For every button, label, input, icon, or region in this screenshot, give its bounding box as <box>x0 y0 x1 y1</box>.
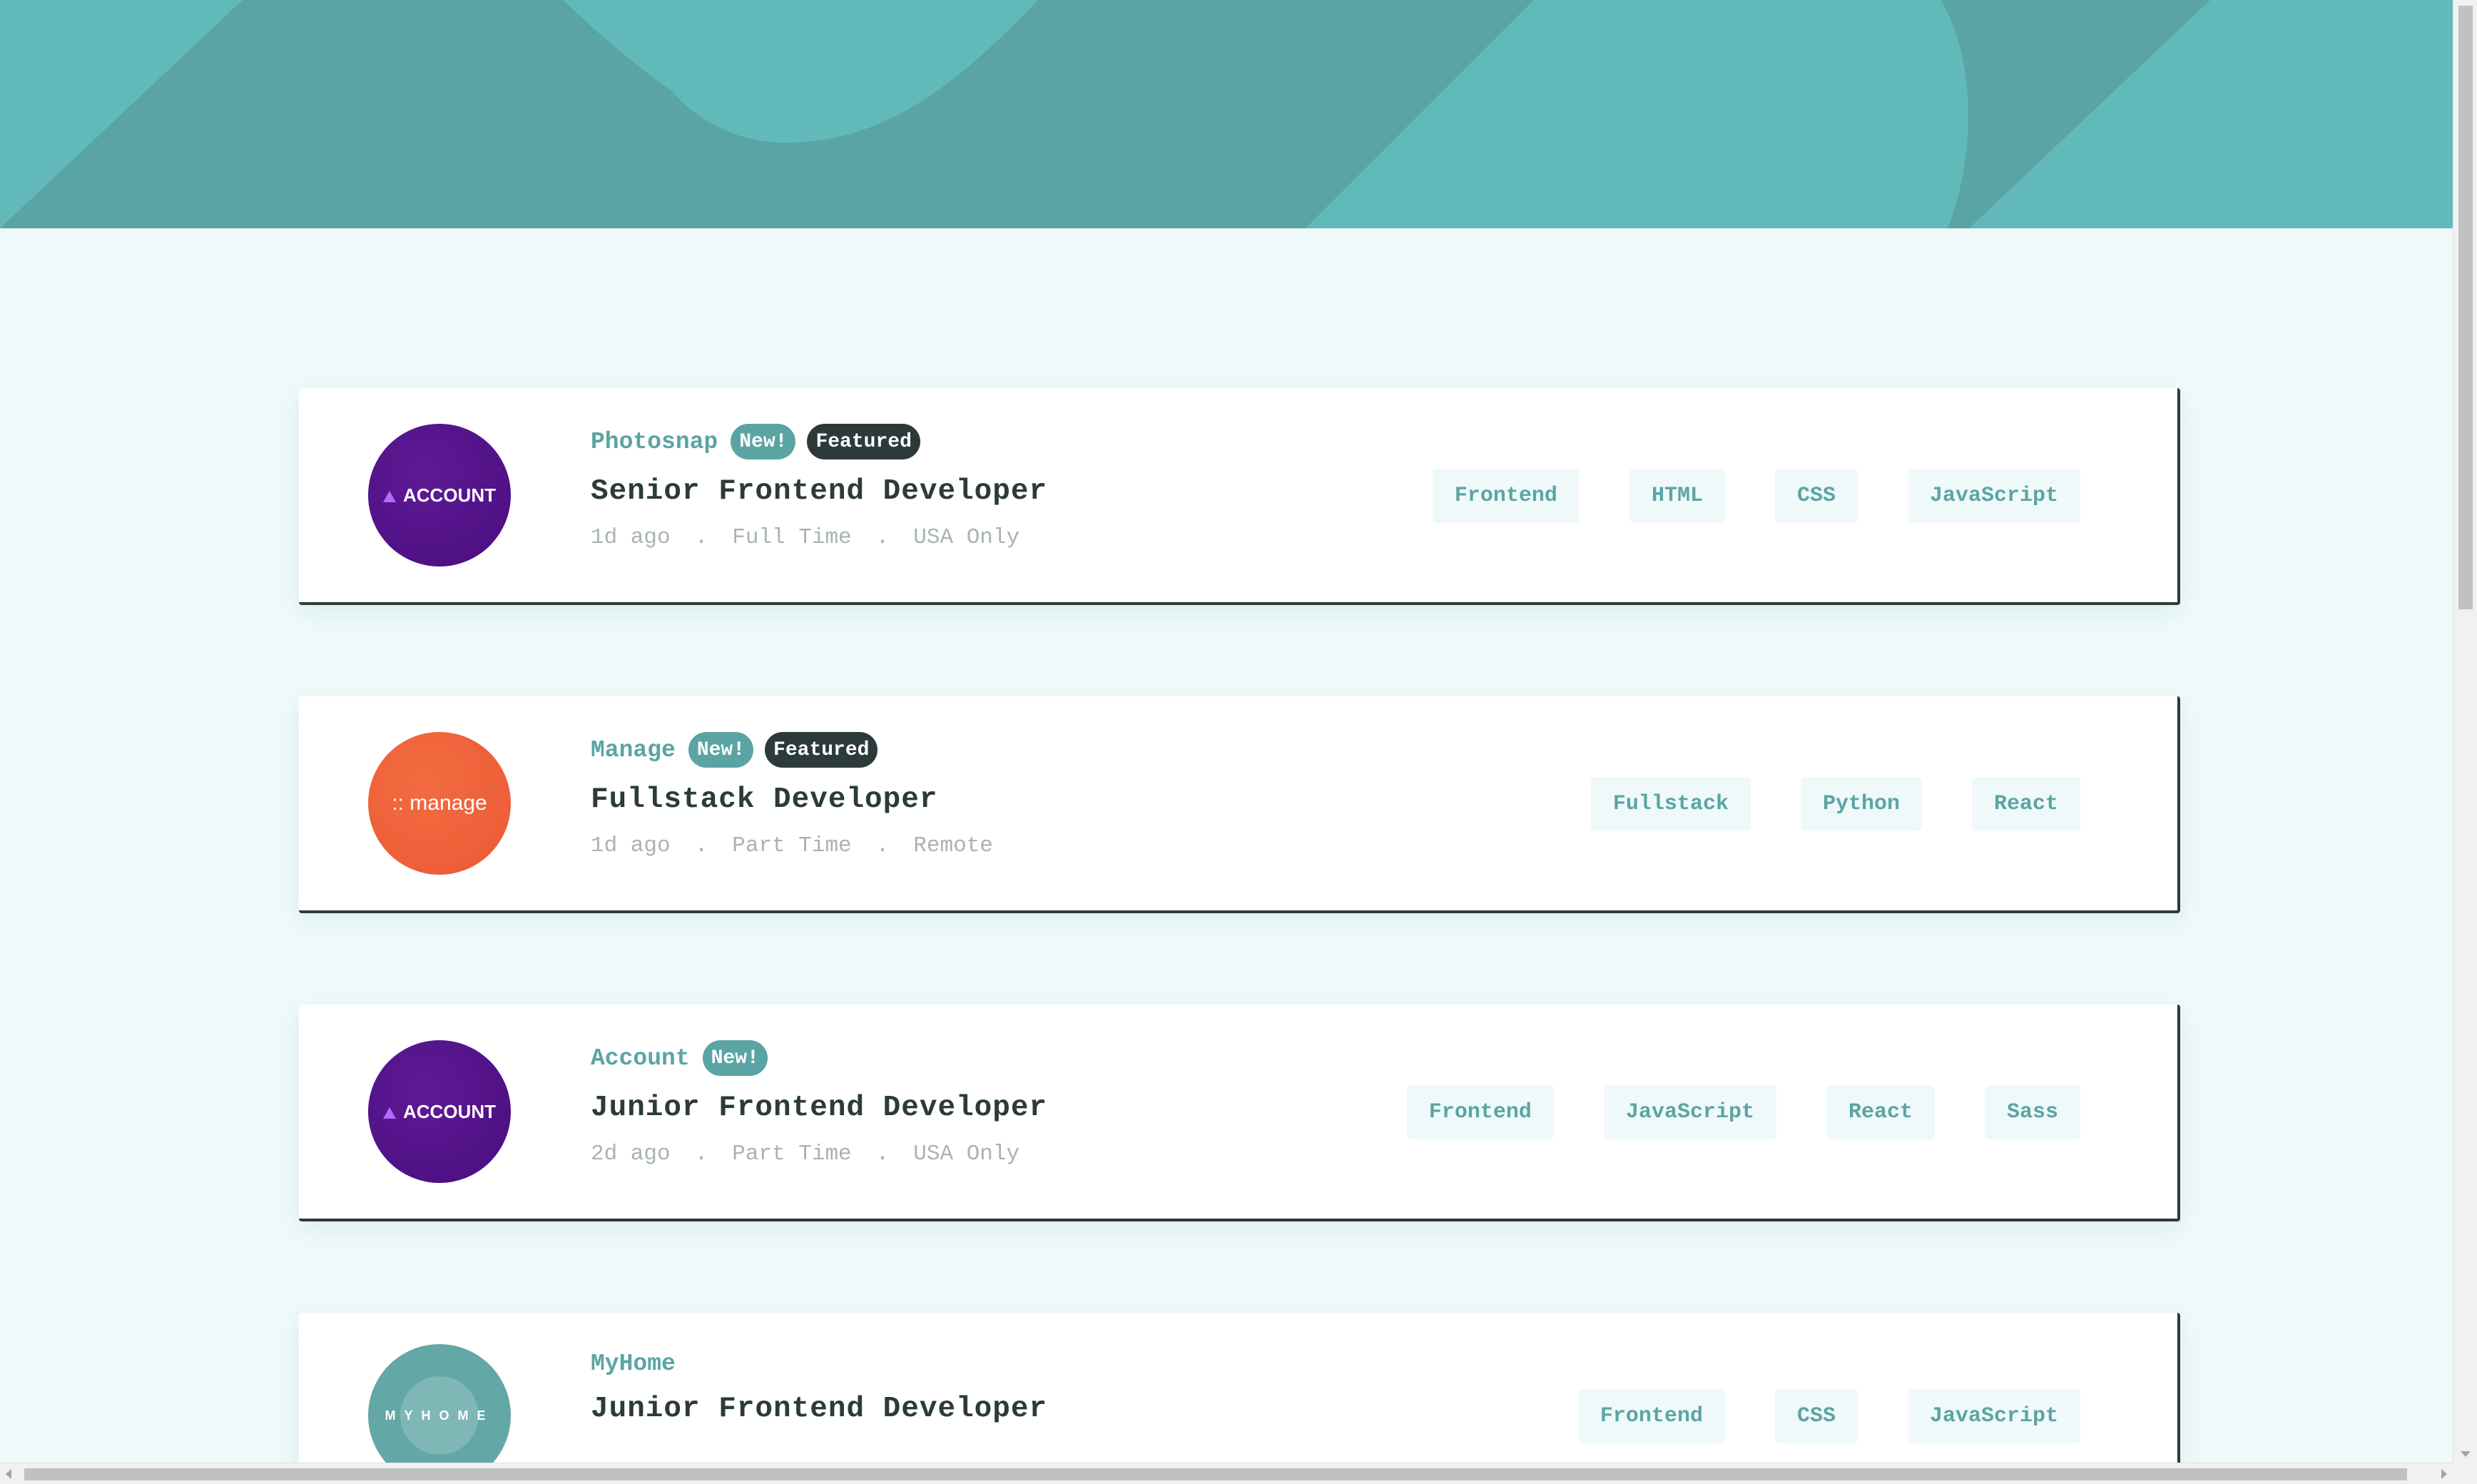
job-tags: Frontend JavaScript React Sass <box>1406 1085 2080 1139</box>
meta-separator: . <box>875 1142 890 1167</box>
account-logo-icon <box>383 490 396 502</box>
contract-type: Part Time <box>732 1142 852 1167</box>
company-name: MyHome <box>591 1350 676 1377</box>
tag-javascript[interactable]: JavaScript <box>1603 1085 1776 1139</box>
tag-frontend[interactable]: Frontend <box>1432 469 1580 523</box>
tag-react[interactable]: React <box>1971 777 2080 831</box>
job-card[interactable]: :: manage Manage New! Featured Fullstack… <box>299 696 2180 913</box>
job-listings: ACCOUNT Photosnap New! Featured Senior F… <box>0 228 2453 1463</box>
company-logo: ACCOUNT <box>368 424 511 566</box>
scroll-right-icon[interactable] <box>2441 1469 2447 1479</box>
contract-type: Part Time <box>732 833 852 858</box>
new-badge: New! <box>731 424 796 459</box>
tag-python[interactable]: Python <box>1800 777 1922 831</box>
contract-type: Full Time <box>732 525 852 550</box>
company-name: Account <box>591 1045 690 1072</box>
job-card[interactable]: ACCOUNT Photosnap New! Featured Senior F… <box>299 388 2180 605</box>
job-tags: Frontend CSS JavaScript <box>1577 1389 2080 1443</box>
job-card[interactable]: ACCOUNT Account New! Junior Frontend Dev… <box>299 1005 2180 1221</box>
company-name: Photosnap <box>591 428 718 455</box>
posted-at: 1d ago <box>591 525 671 550</box>
tag-css[interactable]: CSS <box>1774 469 1858 523</box>
meta-separator: . <box>694 525 708 550</box>
company-logo: :: manage <box>368 732 511 875</box>
tag-sass[interactable]: Sass <box>1984 1085 2080 1139</box>
scroll-left-icon[interactable] <box>6 1469 11 1479</box>
job-info: Account New! Junior Frontend Developer 2… <box>591 1040 1047 1167</box>
posted-at: 1d ago <box>591 833 671 858</box>
tag-frontend[interactable]: Frontend <box>1577 1389 1725 1443</box>
horizontal-scrollbar[interactable] <box>0 1463 2453 1484</box>
posted-at: 2d ago <box>591 1142 671 1167</box>
logo-text: MYHOME <box>385 1408 494 1423</box>
featured-badge: Featured <box>765 732 878 768</box>
scrollbar-corner <box>2453 1463 2477 1484</box>
logo-text: ACCOUNT <box>403 1100 496 1122</box>
job-info: MyHome Junior Frontend Developer <box>591 1346 1047 1426</box>
meta-separator: . <box>875 525 890 550</box>
meta-separator: . <box>875 833 890 858</box>
job-tags: Fullstack Python React <box>1590 777 2080 831</box>
job-location: USA Only <box>913 1142 1020 1167</box>
banner-pattern <box>0 0 2210 228</box>
job-position[interactable]: Junior Frontend Developer <box>591 1393 1047 1425</box>
tag-react[interactable]: React <box>1826 1085 1935 1139</box>
vertical-scrollbar[interactable] <box>2453 0 2477 1463</box>
featured-badge: Featured <box>807 424 920 459</box>
job-location: Remote <box>913 833 993 858</box>
tag-javascript[interactable]: JavaScript <box>1907 469 2080 523</box>
meta-separator: . <box>694 1142 708 1167</box>
tag-javascript[interactable]: JavaScript <box>1907 1389 2080 1443</box>
job-card[interactable]: MYHOME MyHome Junior Frontend Developer … <box>299 1313 2180 1463</box>
tag-frontend[interactable]: Frontend <box>1406 1085 1554 1139</box>
new-badge: New! <box>702 1040 768 1076</box>
vertical-scroll-thumb[interactable] <box>2458 6 2473 609</box>
job-location: USA Only <box>913 525 1020 550</box>
meta-separator: . <box>694 833 708 858</box>
job-meta: 1d ago . Full Time . USA Only <box>591 525 1047 550</box>
tag-fullstack[interactable]: Fullstack <box>1590 777 1751 831</box>
job-meta: 1d ago . Part Time . Remote <box>591 833 993 858</box>
job-position[interactable]: Junior Frontend Developer <box>591 1092 1047 1124</box>
job-info: Manage New! Featured Fullstack Developer… <box>591 732 993 858</box>
horizontal-scroll-thumb[interactable] <box>24 1468 2407 1480</box>
logo-text: ACCOUNT <box>403 484 496 506</box>
job-meta: 2d ago . Part Time . USA Only <box>591 1142 1047 1167</box>
new-badge: New! <box>688 732 754 768</box>
manage-logo-icon: :: manage <box>392 791 487 815</box>
tag-html[interactable]: HTML <box>1629 469 1725 523</box>
job-info: Photosnap New! Featured Senior Frontend … <box>591 424 1047 550</box>
company-logo: ACCOUNT <box>368 1040 511 1183</box>
tag-css[interactable]: CSS <box>1774 1389 1858 1443</box>
company-logo: MYHOME <box>368 1344 511 1463</box>
job-tags: Frontend HTML CSS JavaScript <box>1432 469 2080 523</box>
job-position[interactable]: Senior Frontend Developer <box>591 475 1047 508</box>
header-banner <box>0 0 2453 228</box>
job-position[interactable]: Fullstack Developer <box>591 783 993 816</box>
account-logo-icon <box>383 1107 396 1119</box>
company-name: Manage <box>591 736 676 763</box>
scroll-down-icon[interactable] <box>2461 1451 2471 1457</box>
